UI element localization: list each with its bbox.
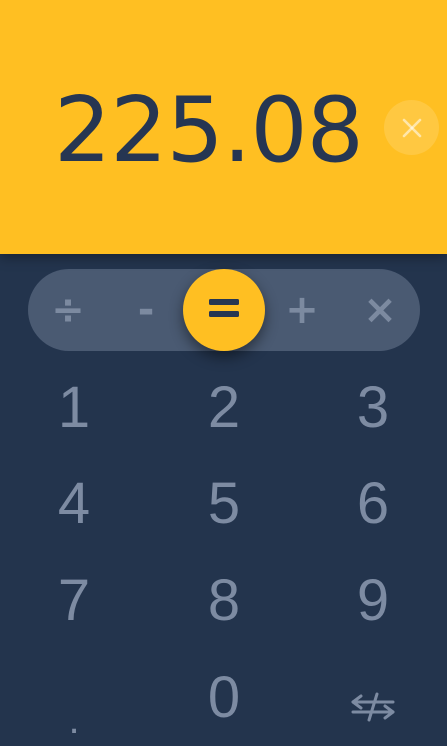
key-3[interactable]: 3	[313, 367, 433, 447]
key-6[interactable]: 6	[313, 463, 433, 543]
add-button[interactable]: +	[262, 269, 342, 351]
clear-button[interactable]	[384, 100, 439, 155]
key-5[interactable]: 5	[164, 463, 284, 543]
subtract-button[interactable]: -	[106, 269, 186, 351]
key-decimal[interactable]: .	[14, 680, 134, 746]
backspace-not-equal-arrows-icon	[350, 671, 396, 738]
close-icon	[400, 116, 424, 140]
key-4[interactable]: 4	[14, 463, 134, 543]
key-0[interactable]: 0	[164, 657, 284, 737]
backspace-button[interactable]	[313, 664, 433, 744]
key-9[interactable]: 9	[313, 560, 433, 640]
divide-button[interactable]: ÷	[28, 269, 108, 351]
key-1[interactable]: 1	[14, 367, 134, 447]
calculator-app: 225.08 ÷ - + × 1 2 3 4 5 6 7 8 9 . 0	[0, 0, 447, 746]
display-panel: 225.08	[0, 0, 447, 254]
equals-button[interactable]	[183, 269, 265, 351]
key-7[interactable]: 7	[14, 560, 134, 640]
key-2[interactable]: 2	[164, 367, 284, 447]
key-8[interactable]: 8	[164, 560, 284, 640]
equals-icon	[207, 297, 241, 323]
multiply-button[interactable]: ×	[340, 269, 420, 351]
display-value: 225.08	[54, 78, 364, 183]
